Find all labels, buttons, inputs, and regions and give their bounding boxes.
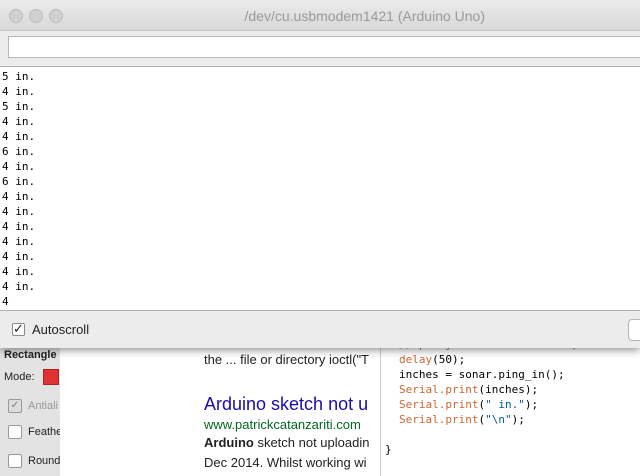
feather-label: Feathe	[28, 426, 63, 438]
serial-output-line: 4 in.	[2, 190, 36, 203]
result-date-line: Dec 2014. Whilst working wi	[204, 455, 367, 470]
search-results-page: the ... file or directory ioctl("T Ardui…	[60, 345, 380, 476]
rounded-label: Round	[28, 455, 61, 467]
mode-label: Mode:	[4, 371, 35, 383]
serial-output-lines: 5 in. 4 in. 5 in. 4 in. 4 in. 6 in. 4 in. 6 in.…	[0, 67, 640, 309]
autoscroll-checkbox[interactable]	[12, 321, 25, 337]
result-snippet-text: sketch not uploadin	[253, 435, 370, 450]
code-line-print-inches: Serial.print(inches);	[399, 382, 538, 397]
serial-output-line: 5 in.	[2, 100, 36, 113]
code-fn-print: Serial.print	[399, 413, 479, 426]
send-bar	[0, 31, 640, 65]
bottom-bar: Autoscroll	[0, 310, 640, 348]
serial-output-line: 4 in.	[2, 265, 36, 278]
serial-output-line: 4 in.	[2, 85, 36, 98]
result-snippet-bold: Arduino	[204, 435, 254, 450]
serial-output-line: 4 in.	[2, 205, 36, 218]
rounded-checkbox[interactable]	[8, 454, 22, 468]
code-line-delay: delay(50);	[399, 352, 465, 367]
result-url[interactable]: www.patrickcatanzariti.com	[204, 417, 361, 432]
serial-output-line: 4 in.	[2, 130, 36, 143]
code-print-args: (inches);	[478, 383, 539, 396]
rounded-option[interactable]: Round	[8, 454, 60, 468]
line-ending-select[interactable]	[628, 319, 640, 341]
antialias-label: Antiali	[28, 400, 58, 412]
serial-output-line: 4 in.	[2, 280, 36, 293]
code-line-ping: inches = sonar.ping_in();	[399, 368, 565, 381]
antialias-option[interactable]: Antiali	[8, 399, 58, 413]
tool-options-panel: Rectangle Mode: Antiali Feathe Round	[0, 345, 62, 476]
code-string: " in."	[485, 398, 525, 411]
serial-output-line: 4 in.	[2, 160, 36, 173]
code-fn-print: Serial.print	[399, 398, 479, 411]
result-snippet: Arduino sketch not uploadin	[204, 435, 369, 450]
serial-monitor-window: /dev/cu.usbmodem1421 (Arduino Uno) 5 in.…	[0, 0, 640, 348]
code-line-print-in: Serial.print(" in.");	[399, 397, 538, 412]
code-line-close-brace: }	[385, 443, 392, 456]
code-fn-print: Serial.print	[399, 383, 479, 396]
serial-output-line: 4	[2, 295, 9, 308]
feather-checkbox[interactable]	[8, 425, 22, 439]
mode-color-swatch[interactable]	[43, 369, 59, 385]
code-paren: );	[524, 398, 539, 411]
serial-output-line: 5 in.	[2, 70, 36, 83]
autoscroll-toggle[interactable]: Autoscroll	[12, 321, 90, 337]
serial-output-line: 6 in.	[2, 175, 36, 188]
code-string: "\n"	[485, 413, 512, 426]
code-paren: );	[511, 413, 525, 426]
feather-option[interactable]: Feathe	[8, 425, 62, 439]
serial-output-line: 4 in.	[2, 115, 36, 128]
autoscroll-label: Autoscroll	[32, 322, 90, 337]
code-line-print-newline: Serial.print("\n");	[399, 412, 525, 427]
antialias-checkbox[interactable]	[8, 399, 22, 413]
code-editor[interactable]: // put your main code here, to run repe …	[380, 338, 640, 476]
serial-output-line: 4 in.	[2, 250, 36, 263]
result-title-link[interactable]: Arduino sketch not u	[204, 394, 368, 415]
serial-output-line: 4 in.	[2, 220, 36, 233]
code-fn-delay: delay	[399, 353, 433, 366]
result-snippet-top: the ... file or directory ioctl("T	[204, 352, 369, 367]
title-bar[interactable]: /dev/cu.usbmodem1421 (Arduino Uno)	[0, 0, 640, 31]
code-delay-args: (50);	[432, 353, 466, 366]
serial-output-line: 4 in.	[2, 235, 36, 248]
tool-options-title: Rectangle	[4, 349, 57, 361]
window-title: /dev/cu.usbmodem1421 (Arduino Uno)	[244, 8, 485, 24]
window-title-container: /dev/cu.usbmodem1421 (Arduino Uno)	[0, 8, 640, 24]
serial-output-area[interactable]: 5 in. 4 in. 5 in. 4 in. 4 in. 6 in. 4 in. 6 in.…	[0, 66, 640, 311]
serial-send-input[interactable]	[8, 36, 640, 58]
serial-output-line: 6 in.	[2, 145, 36, 158]
